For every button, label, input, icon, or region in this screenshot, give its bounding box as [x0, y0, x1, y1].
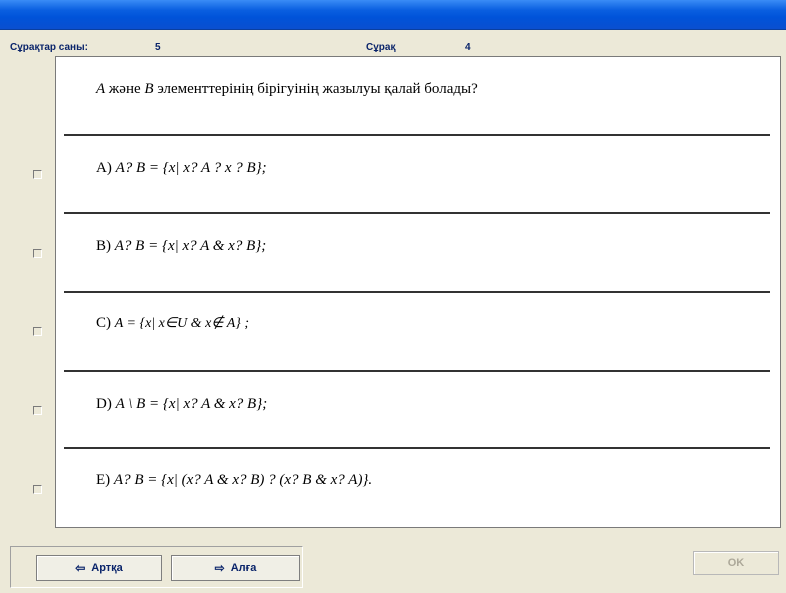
answer-letter: B)	[96, 238, 111, 254]
divider	[64, 447, 770, 449]
answer-checkbox-b[interactable]	[33, 249, 42, 258]
header-row: Сұрақтар саны: 5 Сұрақ 4	[0, 40, 786, 56]
answer-letter: A)	[96, 160, 112, 176]
arrow-left-icon: ⇦	[75, 561, 86, 575]
answer-checkbox-c[interactable]	[33, 327, 42, 336]
answer-text: A? B = {x| (x? A & x? B) ? (x? B & x? A)…	[113, 472, 373, 488]
forward-button-label: Алға	[230, 562, 257, 574]
answer-text: A? B = {x| x? A & x? B};	[114, 238, 267, 254]
answer-option-a[interactable]: A) A? B = {x| x? A ? x ? B};	[96, 160, 267, 177]
ok-button[interactable]: OK	[693, 551, 779, 575]
ok-button-label: OK	[727, 557, 745, 569]
answer-checkbox-a[interactable]	[33, 170, 42, 179]
arrow-right-icon: ⇨	[214, 561, 225, 575]
answer-letter: C)	[96, 315, 111, 331]
question-var-a: A	[96, 81, 106, 97]
divider	[64, 291, 770, 293]
answer-letter: E)	[96, 472, 111, 488]
forward-button[interactable]: ⇨ Алға	[171, 555, 300, 581]
answer-option-b[interactable]: B) A? B = {x| x? A & x? B};	[96, 238, 266, 255]
question-var-b: B	[144, 81, 154, 97]
answer-text: A = {x| x∈U & x∉ A} ;	[114, 316, 250, 331]
question-rest: элементтерінің бірігуінің жазылуы қалай …	[157, 81, 478, 97]
questions-count-label: Сұрақтар саны:	[10, 42, 88, 53]
answer-text: A \ B = {x| x? A & x? B};	[115, 396, 268, 412]
answer-option-e[interactable]: E) A? B = {x| (x? A & x? B) ? (x? B & x?…	[96, 472, 372, 489]
divider	[64, 370, 770, 372]
questions-count-value: 5	[155, 42, 161, 53]
divider	[64, 134, 770, 136]
window-title-bar[interactable]	[0, 0, 786, 30]
answer-option-c[interactable]: C) A = {x| x∈U & x∉ A} ;	[96, 315, 249, 332]
divider	[64, 212, 770, 214]
answer-text: A? B = {x| x? A ? x ? B};	[115, 160, 267, 176]
answer-letter: D)	[96, 396, 112, 412]
question-text: A және B элементтерінің бірігуінің жазыл…	[96, 81, 478, 98]
question-panel: A және B элементтерінің бірігуінің жазыл…	[55, 56, 781, 528]
question-number-label: Сұрақ	[366, 42, 396, 53]
answer-checkbox-d[interactable]	[33, 406, 42, 415]
question-number-value: 4	[465, 42, 471, 53]
answer-checkbox-e[interactable]	[33, 485, 42, 494]
answer-option-d[interactable]: D) A \ B = {x| x? A & x? B};	[96, 396, 267, 413]
back-button[interactable]: ⇦ Артқа	[36, 555, 162, 581]
question-mid: және	[108, 81, 141, 97]
back-button-label: Артқа	[91, 562, 123, 574]
